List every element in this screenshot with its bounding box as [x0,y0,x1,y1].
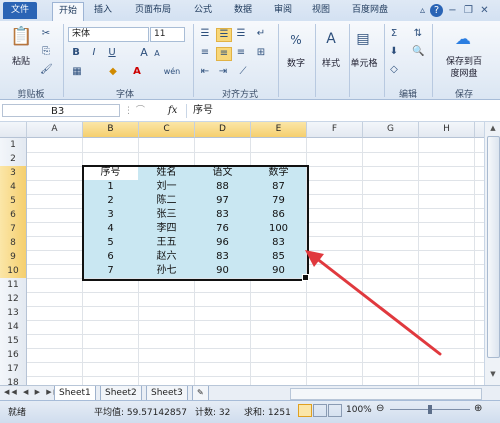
collapse-ribbon-icon[interactable]: ▵ [416,4,429,17]
baidu-netdisk-icon[interactable]: ☁ [452,28,474,50]
zoom-out-icon[interactable]: ⊖ [376,403,384,414]
underline-button[interactable]: U [106,47,118,59]
sheet-tab-bar: ◀◀ ◀ ▶ ▶▶ Sheet1 Sheet2 Sheet3 ✎ [0,385,500,401]
worksheet-grid[interactable]: A B C D E F G H 1 2 3 4 5 6 7 8 9 10 11 … [0,122,484,385]
scroll-thumb[interactable] [487,136,500,358]
ribbon-tab-bar: 文件 开始 插入 页面布局 公式 数据 审阅 视图 百度网盘 ▵ ? − ❐ ✕ [0,0,500,22]
font-size-combo[interactable]: 11 [150,27,185,42]
tab-file[interactable]: 文件 [3,2,37,19]
tab-page-layout[interactable]: 页面布局 [128,2,178,19]
help-icon[interactable]: ? [430,4,443,17]
group-divider [432,24,433,97]
font-color-icon[interactable]: A [130,66,144,78]
group-divider [278,24,279,97]
formula-bar-dots: ⋮ ⌒ [124,106,145,116]
phonetic-button[interactable]: wén [162,66,182,78]
status-average: 平均值: 59.57142857 [94,408,188,418]
decrease-indent-icon[interactable]: ⇤ [198,66,212,78]
close-icon[interactable]: ✕ [478,4,491,17]
font-group-label: 字体 [115,90,134,100]
minimize-icon[interactable]: − [446,4,459,17]
orientation-icon[interactable]: ⟋ [236,66,250,78]
paste-button-label[interactable]: 粘贴 [8,54,34,67]
italic-button[interactable]: I [88,47,100,59]
restore-icon[interactable]: ❐ [462,4,475,17]
editing-group-label: 编辑 [398,90,417,100]
tab-home[interactable]: 开始 [52,2,84,22]
group-divider [384,24,385,97]
font-name-combo[interactable]: 宋体 [68,27,149,42]
tab-data[interactable]: 数据 [228,2,258,19]
scroll-down-icon[interactable]: ▼ [488,370,498,378]
styles-button-label[interactable]: 样式 [316,56,346,69]
number-button-label[interactable]: 数字 [282,56,310,69]
normal-view-icon[interactable] [298,404,312,417]
clipboard-group-label: 剪贴板 [17,90,45,100]
wrap-text-icon[interactable]: ↵ [254,28,268,40]
annotation-arrow [305,250,442,356]
cut-icon[interactable]: ✂ [40,28,52,40]
status-ready: 就绪 [8,408,27,418]
sheet-tab[interactable]: Sheet3 [146,386,188,401]
zoom-slider-thumb[interactable] [428,405,432,414]
border-icon[interactable]: ▦ [70,66,84,78]
paste-icon[interactable]: 📋 [10,26,32,48]
insert-function-icon[interactable]: fx [168,104,184,118]
sort-filter-icon[interactable]: ⇅ [412,28,424,40]
number-format-icon[interactable]: % [286,30,306,50]
tab-baidu-netdisk[interactable]: 百度网盘 [345,2,395,19]
status-bar: 就绪 平均值: 59.57142857 计数: 32 求和: 1251 100%… [0,400,500,423]
sheet-tab[interactable]: Sheet1 [54,386,96,401]
tab-view[interactable]: 视图 [306,2,336,19]
insert-sheet-icon[interactable]: ✎ [192,386,209,401]
sheet-nav-arrows-icon[interactable]: ◀◀ ◀ ▶ ▶▶ [4,388,61,396]
cells-icon[interactable]: ▤ [352,28,374,50]
group-divider [193,24,194,97]
merge-center-icon[interactable]: ⊞ [254,47,268,59]
fill-color-icon[interactable]: ◆ [106,66,120,78]
save-group-label: 保存 [454,90,473,100]
autosum-icon[interactable]: Σ [388,28,400,40]
formula-input[interactable]: 序号 [186,104,489,118]
align-top-icon[interactable]: ☰ [198,28,212,40]
align-bottom-icon[interactable]: ☰ [234,28,248,40]
name-box[interactable]: B3 [2,104,120,117]
bold-button[interactable]: B [70,47,82,59]
clear-icon[interactable]: ◇ [388,64,400,76]
shrink-font-button[interactable]: A [152,48,162,60]
tab-review[interactable]: 审阅 [268,2,298,19]
zoom-in-icon[interactable]: ⊕ [474,403,482,414]
sheet-tab[interactable]: Sheet2 [100,386,142,401]
copy-icon[interactable]: ⎘ [40,46,52,58]
status-count: 计数: 32 [195,408,231,418]
cells-button-label[interactable]: 单元格 [346,56,382,69]
save-to-baidu-label-line2[interactable]: 度网盘 [436,66,492,79]
horizontal-scrollbar[interactable] [290,388,482,400]
align-center-icon[interactable]: ≡ [216,47,232,61]
align-middle-icon[interactable]: ☰ [216,28,232,42]
styles-icon[interactable]: A [320,28,342,50]
status-sum: 求和: 1251 [244,408,291,418]
alignment-group-label: 对齐方式 [221,90,258,100]
fill-icon[interactable]: ⬇ [388,46,400,58]
grow-font-button[interactable]: A [138,47,150,59]
vertical-scrollbar[interactable]: ▲ ▼ [484,122,500,385]
page-layout-view-icon[interactable] [313,404,327,417]
tab-insert[interactable]: 插入 [88,2,118,19]
scroll-up-icon[interactable]: ▲ [488,124,498,132]
formula-bar: B3 ⋮ ⌒ fx 序号 [0,101,500,122]
align-right-icon[interactable]: ≡ [234,47,248,59]
align-left-icon[interactable]: ≡ [198,47,212,59]
page-break-view-icon[interactable] [328,404,342,417]
format-painter-icon[interactable]: 🖌 [40,64,53,76]
tab-formulas[interactable]: 公式 [188,2,218,19]
increase-indent-icon[interactable]: ⇥ [216,66,230,78]
zoom-level[interactable]: 100% [346,405,372,415]
group-divider [63,24,64,97]
find-select-icon[interactable]: 🔍 [412,46,424,58]
